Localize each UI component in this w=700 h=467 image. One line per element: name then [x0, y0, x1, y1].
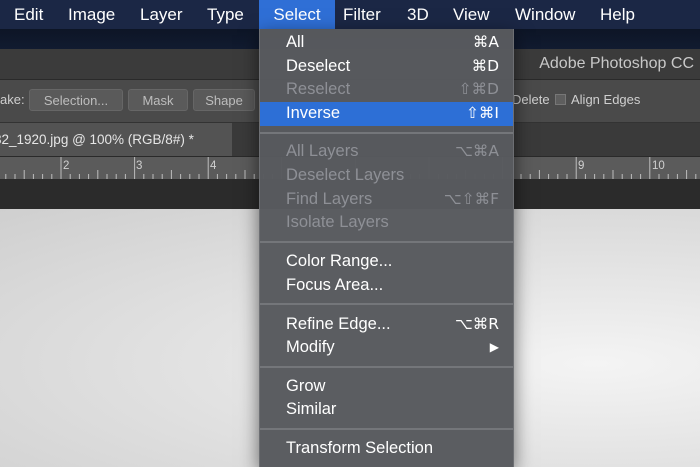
menu-item-label: Isolate Layers [286, 213, 389, 231]
menu-item-label: Find Layers [286, 189, 373, 208]
menu-item-label: Transform Selection [286, 438, 434, 457]
document-tab-title: 32_1920.jpg @ 100% (RGB/8#) * [0, 132, 194, 147]
menu-separator [260, 366, 513, 368]
options-make-label: ake: [0, 92, 25, 107]
menu-item-modify[interactable]: Modify ▶ [260, 336, 513, 360]
make-selection-button[interactable]: Selection... [29, 89, 123, 111]
menu-item-transform-selection[interactable]: Transform Selection [260, 437, 513, 461]
menu-separator [260, 428, 513, 430]
menu-separator [260, 241, 513, 243]
menu-item-color-range[interactable]: Color Range... [260, 250, 513, 274]
menu-type[interactable]: Type [198, 0, 253, 29]
menu-separator [260, 303, 513, 305]
menu-item-similar[interactable]: Similar [260, 398, 513, 422]
shortcut-label: ⌘D [471, 56, 499, 75]
app-title: Adobe Photoshop CC [539, 55, 694, 72]
menu-item-isolate-layers[interactable]: Isolate Layers [260, 211, 513, 235]
menu-item-all-layers[interactable]: All Layers ⌥⌘A [260, 140, 513, 164]
menu-item-label: All Layers [286, 142, 359, 160]
shortcut-label: ⌥⇧⌘F [443, 189, 499, 208]
make-mask-button[interactable]: Mask [128, 89, 188, 111]
menu-item-focus-area[interactable]: Focus Area... [260, 274, 513, 298]
menu-item-label: Focus Area... [286, 275, 384, 294]
menu-item-find-layers[interactable]: Find Layers ⌥⇧⌘F [260, 188, 513, 212]
menu-item-label: Color Range... [286, 252, 393, 270]
menu-item-label: Refine Edge... [286, 314, 391, 333]
submenu-arrow-icon: ▶ [489, 340, 499, 354]
make-shape-button[interactable]: Shape [193, 89, 255, 111]
menu-item-label: Deselect [286, 56, 351, 75]
menu-item-label: Inverse [286, 104, 341, 122]
shortcut-label: ⇧⌘D [458, 80, 499, 98]
ruler-number: 10 [652, 160, 665, 172]
select-menu: All ⌘A Deselect ⌘D Reselect ⇧⌘D Inverse … [259, 29, 514, 467]
menu-item-grow[interactable]: Grow [260, 375, 513, 399]
menu-bar: Edit Image Layer Type Select Filter 3D V… [0, 0, 700, 29]
menu-view[interactable]: View [444, 0, 499, 29]
menu-item-deselect[interactable]: Deselect ⌘D [260, 55, 513, 79]
menu-3d[interactable]: 3D [398, 0, 438, 29]
menu-item-label: All [286, 33, 305, 51]
shortcut-label: ⌥⌘R [454, 314, 499, 333]
document-tab[interactable]: 32_1920.jpg @ 100% (RGB/8#) * [0, 123, 232, 156]
menu-filter[interactable]: Filter [334, 0, 390, 29]
menu-item-reselect[interactable]: Reselect ⇧⌘D [260, 78, 513, 102]
menu-help[interactable]: Help [591, 0, 644, 29]
menu-select[interactable]: Select [259, 0, 335, 29]
menu-window[interactable]: Window [506, 0, 584, 29]
menu-edit[interactable]: Edit [5, 0, 52, 29]
menu-separator [260, 132, 513, 134]
menu-item-label: Deselect Layers [286, 166, 405, 184]
menu-item-all[interactable]: All ⌘A [260, 31, 513, 55]
menu-item-deselect-layers[interactable]: Deselect Layers [260, 164, 513, 188]
ruler-number: 3 [136, 160, 143, 172]
menu-image[interactable]: Image [59, 0, 124, 29]
ruler-number: 4 [210, 160, 217, 172]
shortcut-label: ⌥⌘A [455, 142, 499, 160]
menu-item-label: Grow [286, 376, 326, 395]
menu-item-inverse[interactable]: Inverse ⇧⌘I [260, 102, 513, 126]
shortcut-label: ⌘A [472, 33, 499, 51]
ruler-number: 9 [578, 160, 585, 172]
menu-item-label: Reselect [286, 80, 351, 98]
menu-item-label: Similar [286, 400, 337, 418]
align-edges-checkbox[interactable] [555, 94, 566, 105]
delete-label[interactable]: Delete [512, 80, 550, 120]
menu-item-refine-edge[interactable]: Refine Edge... ⌥⌘R [260, 313, 513, 337]
menu-item-label: Modify [286, 338, 335, 356]
ruler-number: 2 [63, 160, 70, 172]
shortcut-label: ⇧⌘I [465, 104, 499, 122]
menu-layer[interactable]: Layer [131, 0, 192, 29]
align-edges-label: Align Edges [571, 92, 641, 107]
